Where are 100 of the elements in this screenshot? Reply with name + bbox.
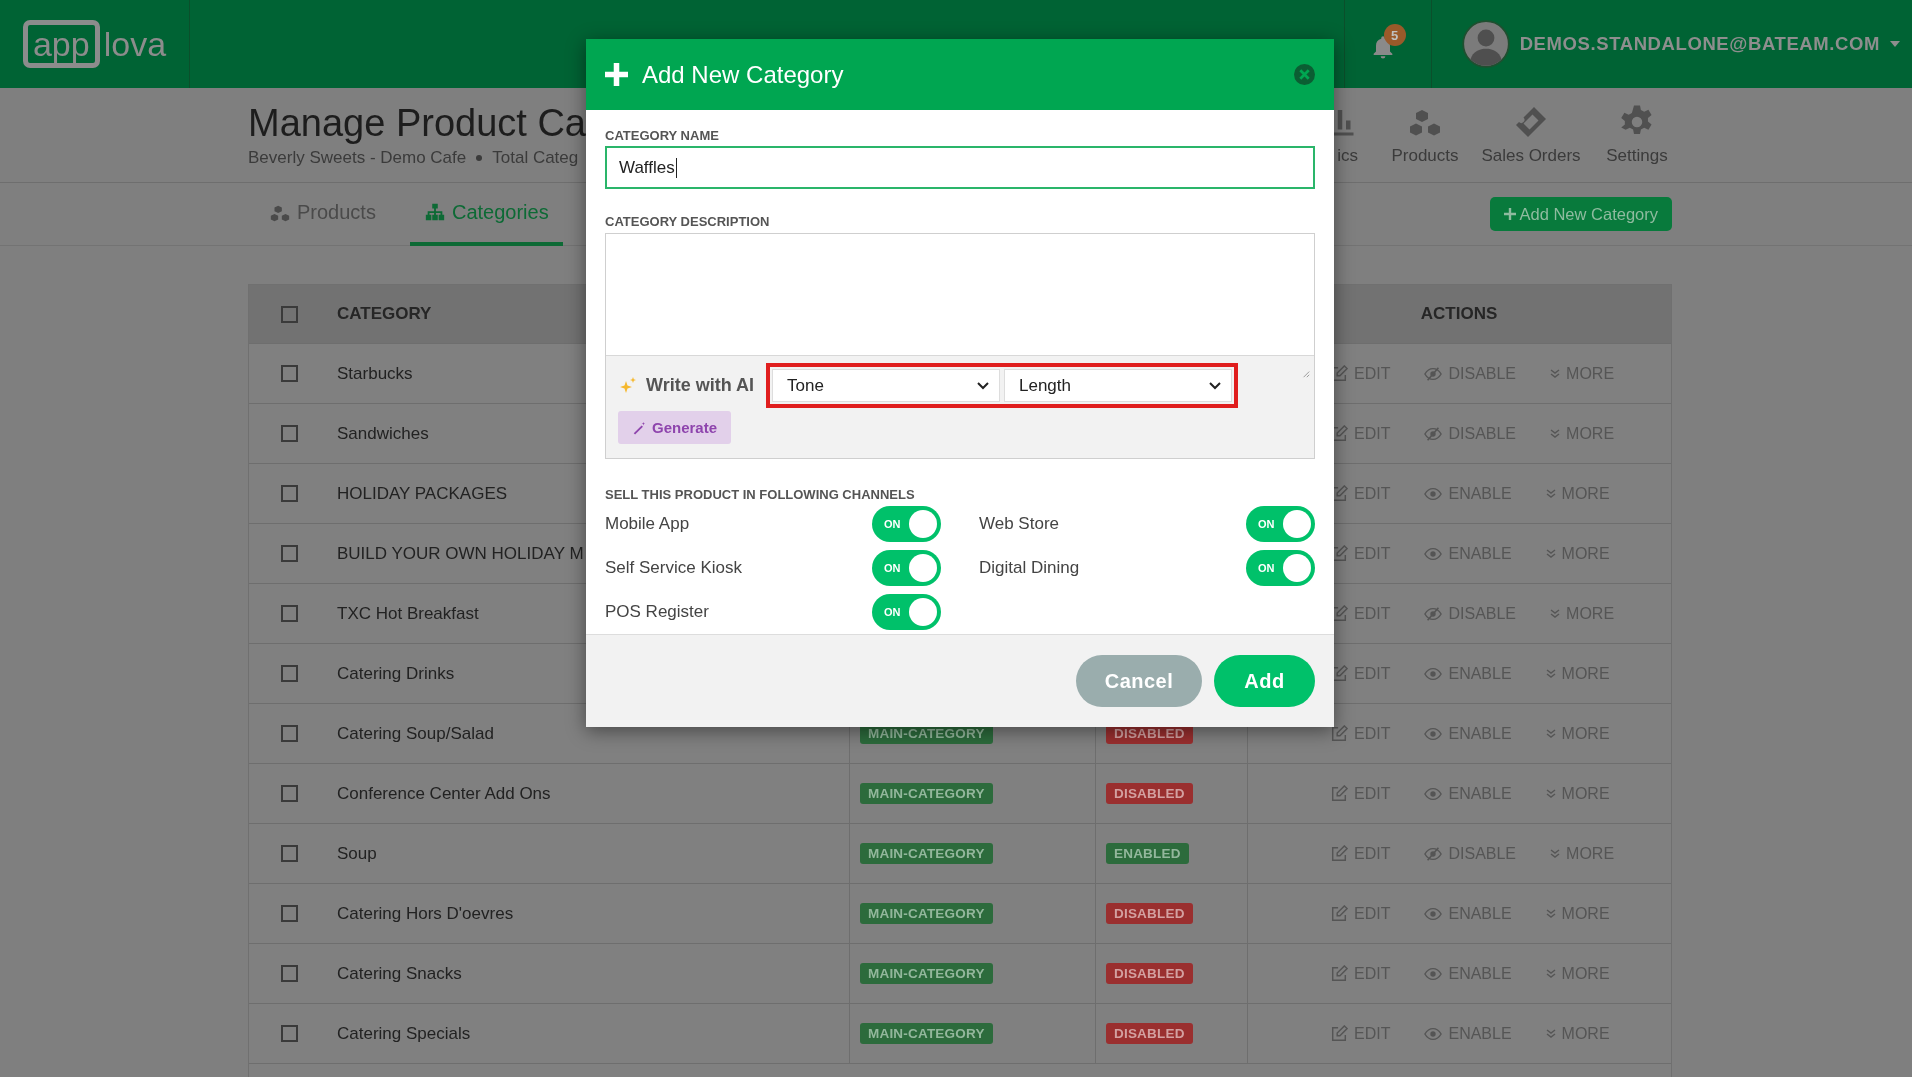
wand-icon [632, 420, 646, 435]
double-chevron-icon [1545, 908, 1556, 919]
dialog-title: Add New Category [642, 60, 845, 89]
type-tag: MAIN-CATEGORY [860, 783, 993, 804]
double-chevron-icon [1545, 968, 1556, 979]
checkbox[interactable] [281, 1025, 298, 1042]
channel-label: POS Register [605, 602, 709, 622]
select-field[interactable]: Tone [772, 369, 1000, 402]
chevron-down-icon [1209, 381, 1221, 390]
add-category-button[interactable]: Add New Category [1489, 197, 1672, 231]
channel-label: Digital Dining [979, 558, 1080, 578]
double-chevron-icon [1550, 368, 1561, 379]
subtitle-text: Beverly Sweets - Demo Cafe [248, 148, 467, 168]
edit-icon [1330, 964, 1348, 983]
toggle-switch[interactable]: ON [872, 506, 941, 542]
notification-count: 5 [1383, 24, 1406, 46]
subtitle-text: Total Categ [492, 148, 579, 168]
generate-button[interactable]: Generate [618, 411, 732, 444]
double-chevron-icon [1545, 548, 1556, 559]
checkbox[interactable] [281, 725, 298, 742]
checkbox[interactable] [281, 965, 298, 982]
category-name: HOLIDAY PACKAGES [337, 483, 508, 504]
plus-icon [1503, 208, 1516, 220]
edit-icon [1330, 904, 1348, 923]
channel-label: Mobile App [605, 514, 690, 534]
checkbox[interactable] [281, 905, 298, 922]
toggle-switch[interactable]: ON [1246, 550, 1315, 586]
edit-icon [1330, 1024, 1348, 1043]
section-label: SELL THIS PRODUCT IN FOLLOWING CHANNELS [605, 487, 916, 502]
chevron-down-icon [977, 381, 989, 390]
checkbox[interactable] [281, 305, 298, 323]
type-tag: MAIN-CATEGORY [860, 1023, 993, 1044]
category-name: Catering Soup/Salad [337, 723, 494, 744]
close-icon[interactable] [1294, 64, 1315, 85]
category-name: Catering Snacks [337, 963, 462, 984]
separator-dot [476, 155, 483, 161]
ai-label: Write with AI [646, 375, 754, 396]
eye-slash-icon [1424, 424, 1443, 443]
category-name: Starbucks [337, 363, 413, 384]
page-title: Manage Product Ca [248, 101, 586, 146]
avatar-icon [1461, 20, 1510, 68]
channel-label: Web Store [979, 514, 1059, 534]
caret-icon [1890, 41, 1900, 47]
channel-label: Self Service Kiosk [605, 558, 742, 578]
eye-slash-icon [1424, 364, 1443, 383]
edit-icon [1330, 844, 1348, 863]
nav-item[interactable]: Settings [1584, 88, 1690, 182]
double-chevron-icon [1550, 428, 1561, 439]
double-chevron-icon [1545, 1028, 1556, 1039]
nav-item[interactable]: Sales Orders [1478, 88, 1584, 182]
checkbox[interactable] [281, 785, 298, 802]
category-name-field[interactable]: Waffles [605, 146, 1315, 189]
category-name: Catering Drinks [337, 663, 455, 684]
double-chevron-icon [1545, 668, 1556, 679]
resize-grip-icon [1302, 370, 1310, 378]
field-label: CATEGORY DESCRIPTION [605, 214, 771, 229]
status-tag: DISABLED [1106, 783, 1193, 804]
column-header: ACTIONS [1420, 304, 1498, 324]
status-tag: DISABLED [1106, 1023, 1193, 1044]
checkbox[interactable] [281, 665, 298, 682]
double-chevron-icon [1550, 608, 1561, 619]
type-tag: MAIN-CATEGORY [860, 903, 993, 924]
checkbox[interactable] [281, 365, 298, 382]
toggle-switch[interactable]: ON [1246, 506, 1315, 542]
category-name: Conference Center Add Ons [337, 783, 551, 804]
type-tag: MAIN-CATEGORY [860, 843, 993, 864]
double-chevron-icon [1545, 788, 1556, 799]
status-tag: DISABLED [1106, 903, 1193, 924]
category-name: Catering Hors D'oevres [337, 903, 514, 924]
status-tag: ENABLED [1106, 843, 1189, 864]
double-chevron-icon [1545, 488, 1556, 499]
checkbox[interactable] [281, 605, 298, 622]
user-menu[interactable]: DEMOS.STANDALONE@BATEAM.COM [1431, 0, 1912, 88]
double-chevron-icon [1550, 848, 1561, 859]
select-field[interactable]: Length [1004, 369, 1232, 402]
checkbox[interactable] [281, 845, 298, 862]
tab[interactable]: Categories [409, 183, 563, 246]
double-chevron-icon [1545, 728, 1556, 739]
checkbox[interactable] [281, 545, 298, 562]
checkbox[interactable] [281, 485, 298, 502]
toggle-switch[interactable]: ON [872, 594, 941, 630]
checkbox[interactable] [281, 425, 298, 442]
eye-slash-icon [1424, 604, 1443, 623]
notifications-button[interactable]: 5 [1368, 24, 1407, 64]
plus-icon [605, 63, 628, 86]
category-name: Soup [337, 843, 377, 864]
category-name: TXC Hot Breakfast [337, 603, 479, 624]
type-tag: MAIN-CATEGORY [860, 963, 993, 984]
category-name: BUILD YOUR OWN HOLIDAY M [337, 543, 584, 564]
edit-icon [1330, 724, 1348, 743]
add-button[interactable]: Add [1214, 655, 1315, 707]
toggle-switch[interactable]: ON [872, 550, 941, 586]
category-name: Sandwiches [337, 423, 429, 444]
cancel-button[interactable]: Cancel [1076, 655, 1202, 707]
nav-item[interactable]: Products [1372, 88, 1478, 182]
eye-slash-icon [1424, 844, 1443, 863]
status-tag: DISABLED [1106, 963, 1193, 984]
field-label: CATEGORY NAME [605, 128, 720, 143]
edit-icon [1330, 784, 1348, 803]
column-header: CATEGORY [337, 304, 432, 324]
